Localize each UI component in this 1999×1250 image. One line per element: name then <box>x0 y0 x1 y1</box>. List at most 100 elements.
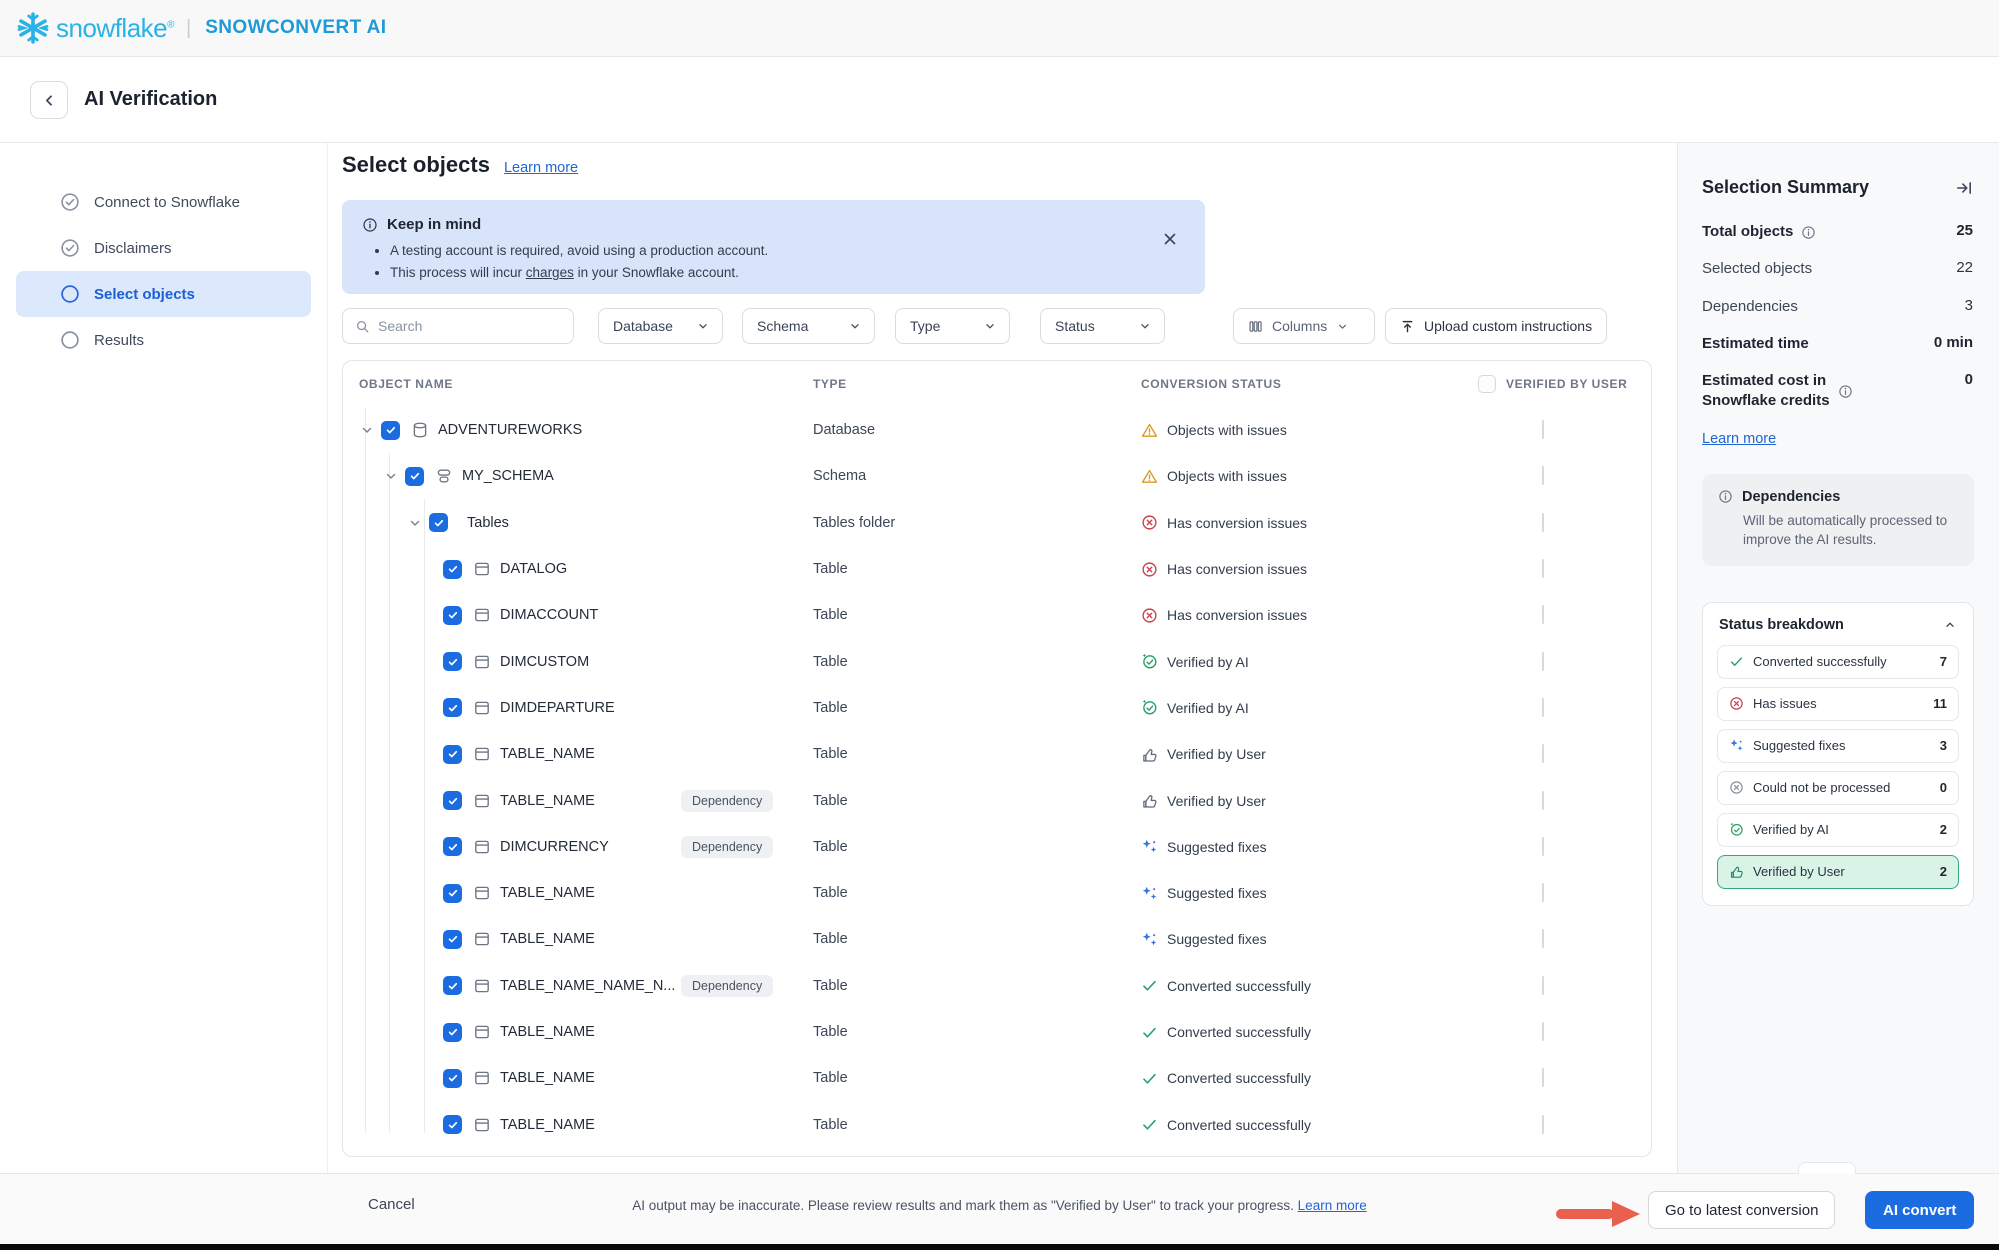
status-filter-select[interactable]: Status <box>1040 308 1165 344</box>
object-type-icon <box>411 421 429 439</box>
status-label: Converted successfully <box>1167 1024 1311 1040</box>
sidebar-step-results[interactable]: Results <box>16 317 311 363</box>
schema-filter-select[interactable]: Schema <box>742 308 875 344</box>
main-content: Select objects Learn more Keep in mind A… <box>328 143 1677 1173</box>
verified-by-user-checkbox[interactable] <box>1542 420 1544 439</box>
disclaimer-learn-more-link[interactable]: Learn more <box>1298 1198 1367 1213</box>
row-checkbox-checked[interactable] <box>381 421 400 440</box>
status-breakdown-item[interactable]: Has issues 11 <box>1717 687 1959 721</box>
sidebar-step-select-objects[interactable]: Select objects <box>16 271 311 317</box>
object-type: Table <box>813 1070 848 1086</box>
chevron-down-icon <box>983 319 997 333</box>
verified-by-user-checkbox[interactable] <box>1542 883 1544 902</box>
row-checkbox-checked[interactable] <box>443 745 462 764</box>
verified-by-user-checkbox[interactable] <box>1542 559 1544 578</box>
charges-link[interactable]: charges <box>526 265 574 280</box>
dependencies-note: Dependencies Will be automatically proce… <box>1702 474 1974 566</box>
cancel-button[interactable]: Cancel <box>368 1196 415 1213</box>
page-title: AI Verification <box>84 88 217 111</box>
row-checkbox-checked[interactable] <box>443 791 462 810</box>
row-checkbox-checked[interactable] <box>443 930 462 949</box>
summary-row: Total objects 25 <box>1702 222 1973 242</box>
verified-by-user-checkbox[interactable] <box>1542 652 1544 671</box>
object-name-cell: TABLE_NAME <box>343 745 595 764</box>
row-expand-chevron-icon[interactable] <box>407 515 423 531</box>
step-state-icon <box>60 192 80 212</box>
status-breakdown-card: Status breakdown Converted successfully … <box>1702 602 1974 906</box>
row-checkbox-checked[interactable] <box>443 837 462 856</box>
status-breakdown-list: Converted successfully 7 Has issues 11 S… <box>1717 645 1959 889</box>
row-checkbox-checked[interactable] <box>443 606 462 625</box>
step-state-icon <box>60 330 80 350</box>
type-filter-select[interactable]: Type <box>895 308 1010 344</box>
search-input[interactable] <box>378 318 548 334</box>
row-checkbox-checked[interactable] <box>443 1069 462 1088</box>
row-expand-chevron-icon[interactable] <box>383 468 399 484</box>
row-checkbox-checked[interactable] <box>443 1115 462 1134</box>
verified-by-user-checkbox[interactable] <box>1542 929 1544 948</box>
conversion-status: Converted successfully <box>1141 1070 1311 1087</box>
chevron-up-icon[interactable] <box>1943 618 1957 632</box>
row-checkbox-checked[interactable] <box>443 1023 462 1042</box>
verified-by-user-checkbox[interactable] <box>1542 698 1544 717</box>
object-name: ADVENTUREWORKS <box>438 422 582 438</box>
back-button[interactable] <box>30 81 68 119</box>
row-checkbox-checked[interactable] <box>405 467 424 486</box>
summary-learn-more-link[interactable]: Learn more <box>1702 431 1776 447</box>
database-filter-select[interactable]: Database <box>598 308 723 344</box>
sidebar-step-connect-to-snowflake[interactable]: Connect to Snowflake <box>16 179 311 225</box>
verified-by-user-checkbox[interactable] <box>1542 1022 1544 1041</box>
conversion-status: Verified by AI <box>1141 653 1249 670</box>
upload-custom-instructions-button[interactable]: Upload custom instructions <box>1385 308 1607 344</box>
columns-button[interactable]: Columns <box>1233 308 1375 344</box>
status-breakdown-count: 7 <box>1940 654 1947 669</box>
step-list: Connect to Snowflake Disclaimers Select … <box>0 143 327 363</box>
status-breakdown-item[interactable]: Converted successfully 7 <box>1717 645 1959 679</box>
status-breakdown-item[interactable]: Verified by User 2 <box>1717 855 1959 889</box>
verified-by-user-checkbox[interactable] <box>1542 1068 1544 1087</box>
row-checkbox-checked[interactable] <box>443 652 462 671</box>
row-checkbox-checked[interactable] <box>429 513 448 532</box>
status-label: Verified by AI <box>1167 700 1249 716</box>
learn-more-link[interactable]: Learn more <box>504 160 578 176</box>
verified-by-user-checkbox[interactable] <box>1542 791 1544 810</box>
step-label: Select objects <box>94 286 195 303</box>
status-breakdown-item[interactable]: Suggested fixes 3 <box>1717 729 1959 763</box>
verified-by-user-checkbox[interactable] <box>1542 605 1544 624</box>
status-breakdown-item[interactable]: Could not be processed 0 <box>1717 771 1959 805</box>
conversion-status: Has conversion issues <box>1141 561 1307 578</box>
row-expand-chevron-icon[interactable] <box>359 422 375 438</box>
verified-by-user-checkbox[interactable] <box>1542 513 1544 532</box>
row-checkbox-checked[interactable] <box>443 560 462 579</box>
section-title: Select objects <box>342 152 490 178</box>
keep-in-mind-banner: Keep in mind A testing account is requir… <box>342 200 1205 294</box>
close-icon[interactable] <box>1161 230 1179 248</box>
collapse-panel-icon[interactable] <box>1955 179 1973 197</box>
row-checkbox-checked[interactable] <box>443 976 462 995</box>
ai-convert-button[interactable]: AI convert <box>1865 1191 1974 1229</box>
verified-by-user-checkbox[interactable] <box>1542 1115 1544 1134</box>
status-breakdown-item[interactable]: Verified by AI 2 <box>1717 813 1959 847</box>
object-name-cell: DIMACCOUNT <box>343 606 598 625</box>
row-checkbox-checked[interactable] <box>443 884 462 903</box>
verified-by-user-checkbox[interactable] <box>1542 466 1544 485</box>
object-name: TABLE_NAME <box>500 885 595 901</box>
column-header-conversion-status: CONVERSION STATUS <box>1141 377 1281 391</box>
verify-all-checkbox[interactable] <box>1478 375 1496 393</box>
object-name-cell: DIMDEPARTURE <box>343 698 615 717</box>
verified-by-user-checkbox[interactable] <box>1542 744 1544 763</box>
filter-toolbar: Database Schema Type Status Columns Uplo… <box>328 308 1677 344</box>
object-name: MY_SCHEMA <box>462 468 554 484</box>
ai-disclaimer: AI output may be inaccurate. Please revi… <box>632 1198 1366 1213</box>
row-checkbox-checked[interactable] <box>443 698 462 717</box>
status-icon <box>1729 738 1744 753</box>
summary-label: Total objects <box>1702 222 1816 242</box>
verified-by-user-checkbox[interactable] <box>1542 976 1544 995</box>
go-to-latest-conversion-button[interactable]: Go to latest conversion <box>1648 1191 1835 1229</box>
verified-by-user-checkbox[interactable] <box>1542 837 1544 856</box>
sidebar-step-disclaimers[interactable]: Disclaimers <box>16 225 311 271</box>
status-label: Verified by User <box>1167 793 1266 809</box>
object-type: Database <box>813 422 875 438</box>
conversion-status: Suggested fixes <box>1141 885 1267 902</box>
step-label: Disclaimers <box>94 240 172 257</box>
